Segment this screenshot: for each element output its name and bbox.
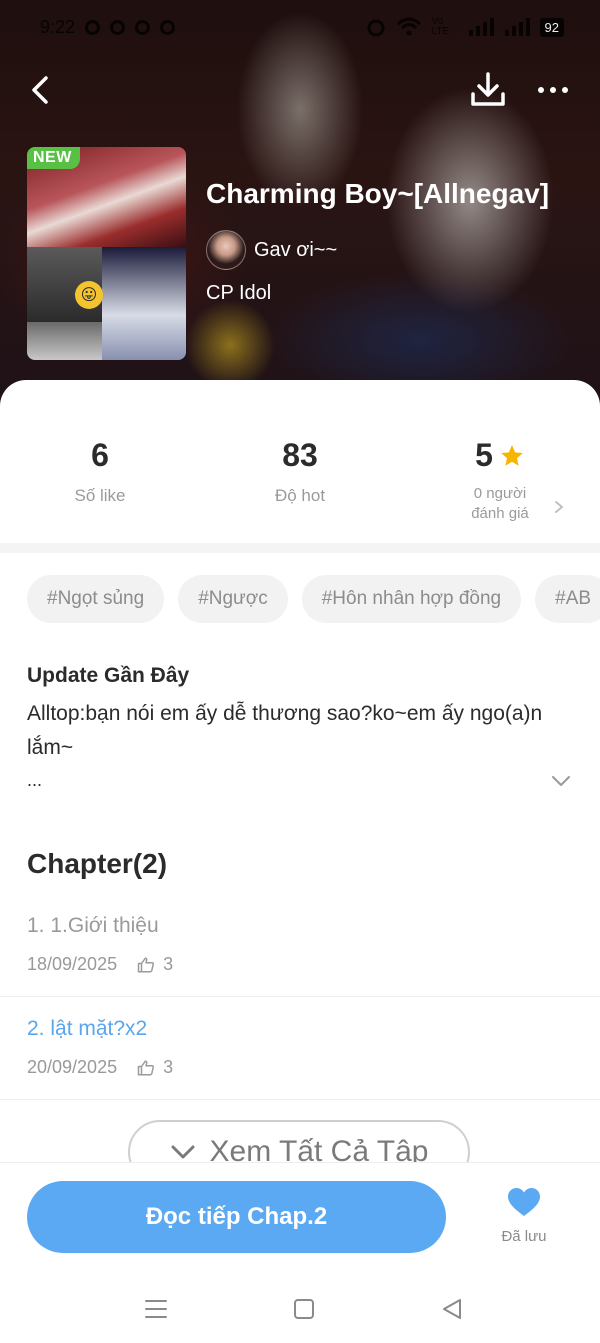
- likes-count: 6: [91, 437, 109, 473]
- chevron-down-icon[interactable]: [550, 770, 572, 792]
- tag-chip[interactable]: #AB: [535, 575, 600, 623]
- chapter-title[interactable]: 1. 1.Giới thiệu: [27, 914, 159, 938]
- home-nav-button[interactable]: [289, 1294, 319, 1324]
- stat-rating[interactable]: 5 0 người đánh giá: [400, 437, 600, 524]
- chapter-item[interactable]: 2. lật mặt?x2 20/09/2025 3: [0, 997, 600, 1100]
- home-square-icon: [294, 1299, 314, 1319]
- status-bar: 9:22 Vo LTE 92: [40, 14, 564, 40]
- cover-panel: [27, 322, 102, 360]
- thumbs-up-icon: [137, 1060, 155, 1075]
- update-ellipsis: ...: [27, 770, 43, 790]
- more-options-button[interactable]: [530, 70, 576, 110]
- chevron-down-icon: [171, 1145, 194, 1159]
- heart-icon: [508, 1188, 540, 1216]
- rating-number: 5: [475, 437, 493, 473]
- section-divider: [0, 543, 600, 553]
- chapter-likes: 3: [137, 1057, 173, 1078]
- back-button[interactable]: [22, 70, 58, 110]
- chapter-title[interactable]: 2. lật mặt?x2: [27, 1017, 147, 1041]
- book-cover[interactable]: 😛 NEW: [27, 147, 186, 360]
- avatar[interactable]: [206, 230, 246, 270]
- notification-icon: [135, 19, 151, 35]
- back-nav-button[interactable]: [437, 1294, 467, 1324]
- system-nav-bar: [0, 1272, 600, 1343]
- rating-value: 5: [400, 437, 600, 474]
- stat-hot: 83 Độ hot: [200, 437, 400, 506]
- download-icon: [471, 72, 505, 106]
- hot-count: 83: [282, 437, 318, 473]
- menu-nav-button[interactable]: [141, 1294, 171, 1324]
- author[interactable]: Gav ơi~~: [206, 230, 337, 270]
- author-name[interactable]: Gav ơi~~: [254, 239, 337, 262]
- thumbs-up-icon: [137, 957, 155, 972]
- tag-chip[interactable]: #Ngọt sủng: [27, 575, 165, 623]
- chapter-date: 20/09/2025: [27, 1057, 118, 1077]
- category-label[interactable]: CP Idol: [206, 282, 271, 305]
- update-title: Update Gần Đây: [27, 664, 190, 687]
- screen: 9:22 Vo LTE 92 😛 NEW Charming Boy~[Allne…: [0, 0, 600, 1343]
- update-text: Alltop:bạn nói em ấy dễ thương sao?ko~em…: [27, 702, 543, 759]
- notification-icon: [110, 19, 126, 35]
- dot-icon: [538, 87, 544, 93]
- rating-label-line: 0 người: [473, 485, 527, 502]
- bottom-action-bar: Đọc tiếp Chap.2 Đã lưu: [0, 1162, 600, 1272]
- rating-label: 0 người đánh giá: [400, 484, 600, 524]
- new-badge: NEW: [27, 147, 80, 169]
- chapters-title: Chapter(2): [27, 848, 168, 879]
- menu-icon: [145, 1300, 167, 1318]
- carrier-label: Vo LTE: [431, 16, 450, 37]
- back-triangle-icon: [443, 1299, 461, 1319]
- saved-button[interactable]: Đã lưu: [492, 1187, 556, 1245]
- tag-chip[interactable]: #Hôn nhân hợp đồng: [301, 575, 522, 623]
- hot-label: Độ hot: [274, 486, 326, 505]
- chapter-meta: 20/09/2025 3: [27, 1057, 173, 1078]
- dot-icon: [550, 87, 556, 93]
- signal-icon: [504, 18, 530, 36]
- alarm-icon: [367, 19, 385, 37]
- status-right: Vo LTE 92: [366, 17, 564, 37]
- chapter-meta: 18/09/2025 3: [27, 954, 173, 975]
- battery-level: 92: [539, 17, 564, 37]
- continue-reading-button[interactable]: Đọc tiếp Chap.2: [27, 1181, 446, 1253]
- signal-icon: [468, 18, 494, 36]
- top-nav: [0, 70, 600, 110]
- stats-row: 6 Số like 83 Độ hot 5 0 người đánh giá: [0, 437, 600, 537]
- chapter-date: 18/09/2025: [27, 954, 118, 974]
- notification-icon: [85, 19, 101, 35]
- chapter-item[interactable]: 1. 1.Giới thiệu 18/09/2025 3: [0, 894, 600, 997]
- dot-icon: [562, 87, 568, 93]
- tag-chip[interactable]: #Ngược: [178, 575, 288, 623]
- chevron-right-icon[interactable]: [553, 500, 565, 514]
- wifi-icon: [396, 17, 421, 36]
- likes-label: Số like: [74, 486, 126, 505]
- chevron-left-icon: [32, 76, 48, 104]
- saved-label: Đã lưu: [501, 1228, 547, 1245]
- cover-panel: [102, 247, 186, 360]
- chapter-like-count: 3: [163, 954, 174, 974]
- chapter-likes: 3: [137, 954, 173, 975]
- chapter-like-count: 3: [163, 1057, 174, 1077]
- star-icon: [501, 444, 523, 466]
- status-time: 9:22: [40, 16, 76, 37]
- emoji-icon: 😛: [75, 281, 103, 309]
- tag-list: #Ngọt sủng #Ngược #Hôn nhân hợp đồng #AB: [27, 575, 600, 623]
- rating-label-line: đánh giá: [471, 505, 529, 522]
- download-button[interactable]: [468, 70, 508, 110]
- story-title: Charming Boy~[Allnegav]: [206, 178, 550, 209]
- status-left: 9:22: [40, 16, 176, 38]
- stat-likes: 6 Số like: [0, 437, 200, 506]
- notification-icon: [160, 19, 176, 35]
